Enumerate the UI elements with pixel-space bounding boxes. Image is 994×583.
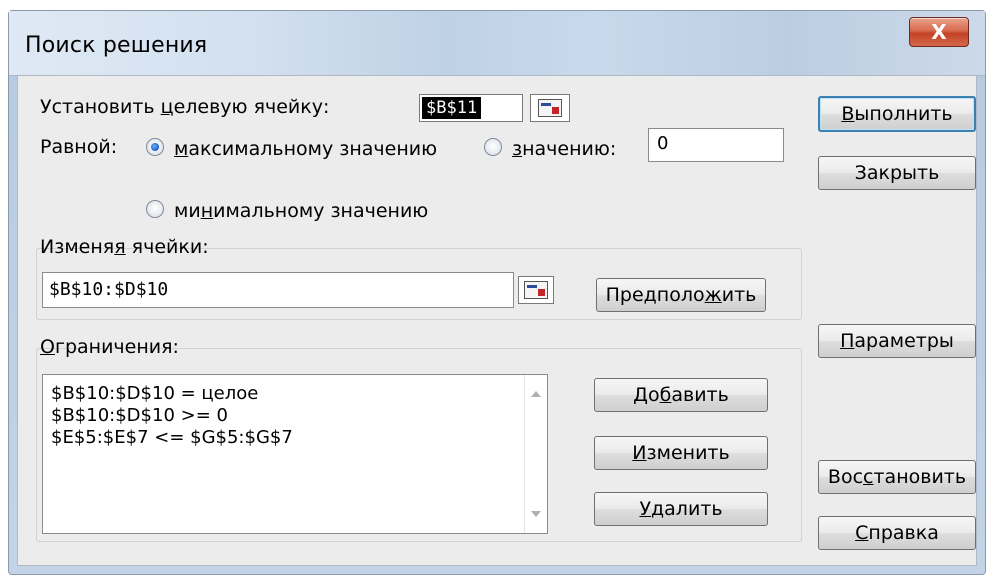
add-label-hotkey: б xyxy=(659,384,672,406)
close-label: Закрыть xyxy=(854,162,940,184)
target-cell-input[interactable]: $B$11 xyxy=(419,94,523,122)
radio-max[interactable] xyxy=(146,138,164,156)
constraints-scrollbar[interactable] xyxy=(524,375,547,533)
radio-value-label[interactable]: значению: xyxy=(512,138,616,160)
add-label-part: авить xyxy=(671,384,729,406)
radio-min-text: ми xyxy=(174,200,201,222)
guess-label-part: Предполо xyxy=(605,284,705,306)
radio-value-hotkey: з xyxy=(512,138,523,160)
target-cell-value: $B$11 xyxy=(422,97,482,119)
solver-dialog: Поиск решения X Установить целевую ячейк… xyxy=(8,10,986,575)
list-item[interactable]: $E$5:$E$7 <= $G$5:$G$7 xyxy=(51,427,293,449)
guess-button[interactable]: Предполо ж ить xyxy=(596,278,766,312)
help-label-hotkey: С xyxy=(855,522,869,544)
options-button[interactable]: Параметры xyxy=(818,324,976,358)
scroll-up-arrow-icon[interactable] xyxy=(531,391,541,397)
add-button[interactable]: До б авить xyxy=(594,378,768,412)
radio-value-text: начению: xyxy=(522,138,617,160)
close-icon: X xyxy=(931,20,947,44)
options-label-text: араметры xyxy=(854,330,954,352)
guess-label-hotkey: ж xyxy=(704,284,722,306)
help-button[interactable]: Справка xyxy=(818,516,976,550)
radio-max-label[interactable]: максимальному значению xyxy=(174,138,437,160)
target-label-part: елевую ячейку: xyxy=(173,96,330,118)
radio-min-label[interactable]: минимальному значению xyxy=(174,200,428,222)
dialog-body: Установить целевую ячейку: $B$11 Равной:… xyxy=(17,75,977,566)
radio-max-text: аксимальному значению xyxy=(188,138,438,160)
target-label-part: Установить xyxy=(40,96,161,118)
constraints-label: Ограничения: xyxy=(40,336,179,358)
changing-label-part: ячейки: xyxy=(125,236,209,258)
window-title: Поиск решения xyxy=(25,33,208,58)
changing-cells-input[interactable]: $B$10:$D$10 xyxy=(42,272,514,308)
change-button[interactable]: Изменить xyxy=(594,436,768,470)
constraints-label-text: граничения: xyxy=(54,336,179,358)
target-cell-label: Установить целевую ячейку: xyxy=(40,96,329,118)
guess-label-part: ить xyxy=(721,284,757,306)
range-select-icon xyxy=(538,99,562,117)
reset-label-part: Вос xyxy=(827,466,864,488)
radio-min-hotkey: н xyxy=(200,200,214,222)
solve-label-text: ыполнить xyxy=(854,103,953,125)
reset-label-hotkey: с xyxy=(863,466,874,488)
close-button[interactable]: Закрыть xyxy=(818,156,976,190)
constraints-list[interactable]: $B$10:$D$10 = целое $B$10:$D$10 >= 0 $E$… xyxy=(42,374,548,534)
radio-min[interactable] xyxy=(146,200,164,218)
change-label-text: зменить xyxy=(646,442,730,464)
changing-label-hotkey: я xyxy=(114,236,126,258)
range-select-icon xyxy=(524,281,548,299)
constraints-label-hotkey: О xyxy=(40,336,55,358)
title-bar[interactable]: Поиск решения X xyxy=(9,11,985,76)
changing-cells-label: Изменяя ячейки: xyxy=(40,236,209,258)
close-window-button[interactable]: X xyxy=(909,17,969,47)
delete-label-text: далить xyxy=(651,498,723,520)
list-item[interactable]: $B$10:$D$10 = целое xyxy=(51,383,293,405)
reset-all-button[interactable]: Вос с тановить xyxy=(818,460,976,494)
scroll-down-arrow-icon[interactable] xyxy=(531,511,541,517)
options-label-hotkey: П xyxy=(840,330,855,352)
radio-min-text: имальному значению xyxy=(213,200,429,222)
target-label-hotkey: ц xyxy=(160,96,174,118)
equal-to-label: Равной: xyxy=(40,136,118,158)
solve-button[interactable]: Выполнить xyxy=(818,96,976,132)
radio-value[interactable] xyxy=(484,138,502,156)
reset-label-part: тановить xyxy=(873,466,967,488)
delete-label-hotkey: У xyxy=(639,498,652,520)
radio-max-hotkey: м xyxy=(174,138,189,160)
solve-label-hotkey: В xyxy=(841,103,855,125)
changing-label-part: Изменя xyxy=(40,236,115,258)
changing-collapse-button[interactable] xyxy=(518,276,554,304)
value-of-input[interactable]: 0 xyxy=(648,128,784,162)
list-item[interactable]: $B$10:$D$10 >= 0 xyxy=(51,405,293,427)
constraints-items: $B$10:$D$10 = целое $B$10:$D$10 >= 0 $E$… xyxy=(51,383,293,449)
target-collapse-button[interactable] xyxy=(530,94,570,122)
help-label-text: правка xyxy=(868,522,939,544)
add-label-part: До xyxy=(633,384,660,406)
delete-button[interactable]: Удалить xyxy=(594,492,768,526)
change-label-hotkey: И xyxy=(632,442,647,464)
